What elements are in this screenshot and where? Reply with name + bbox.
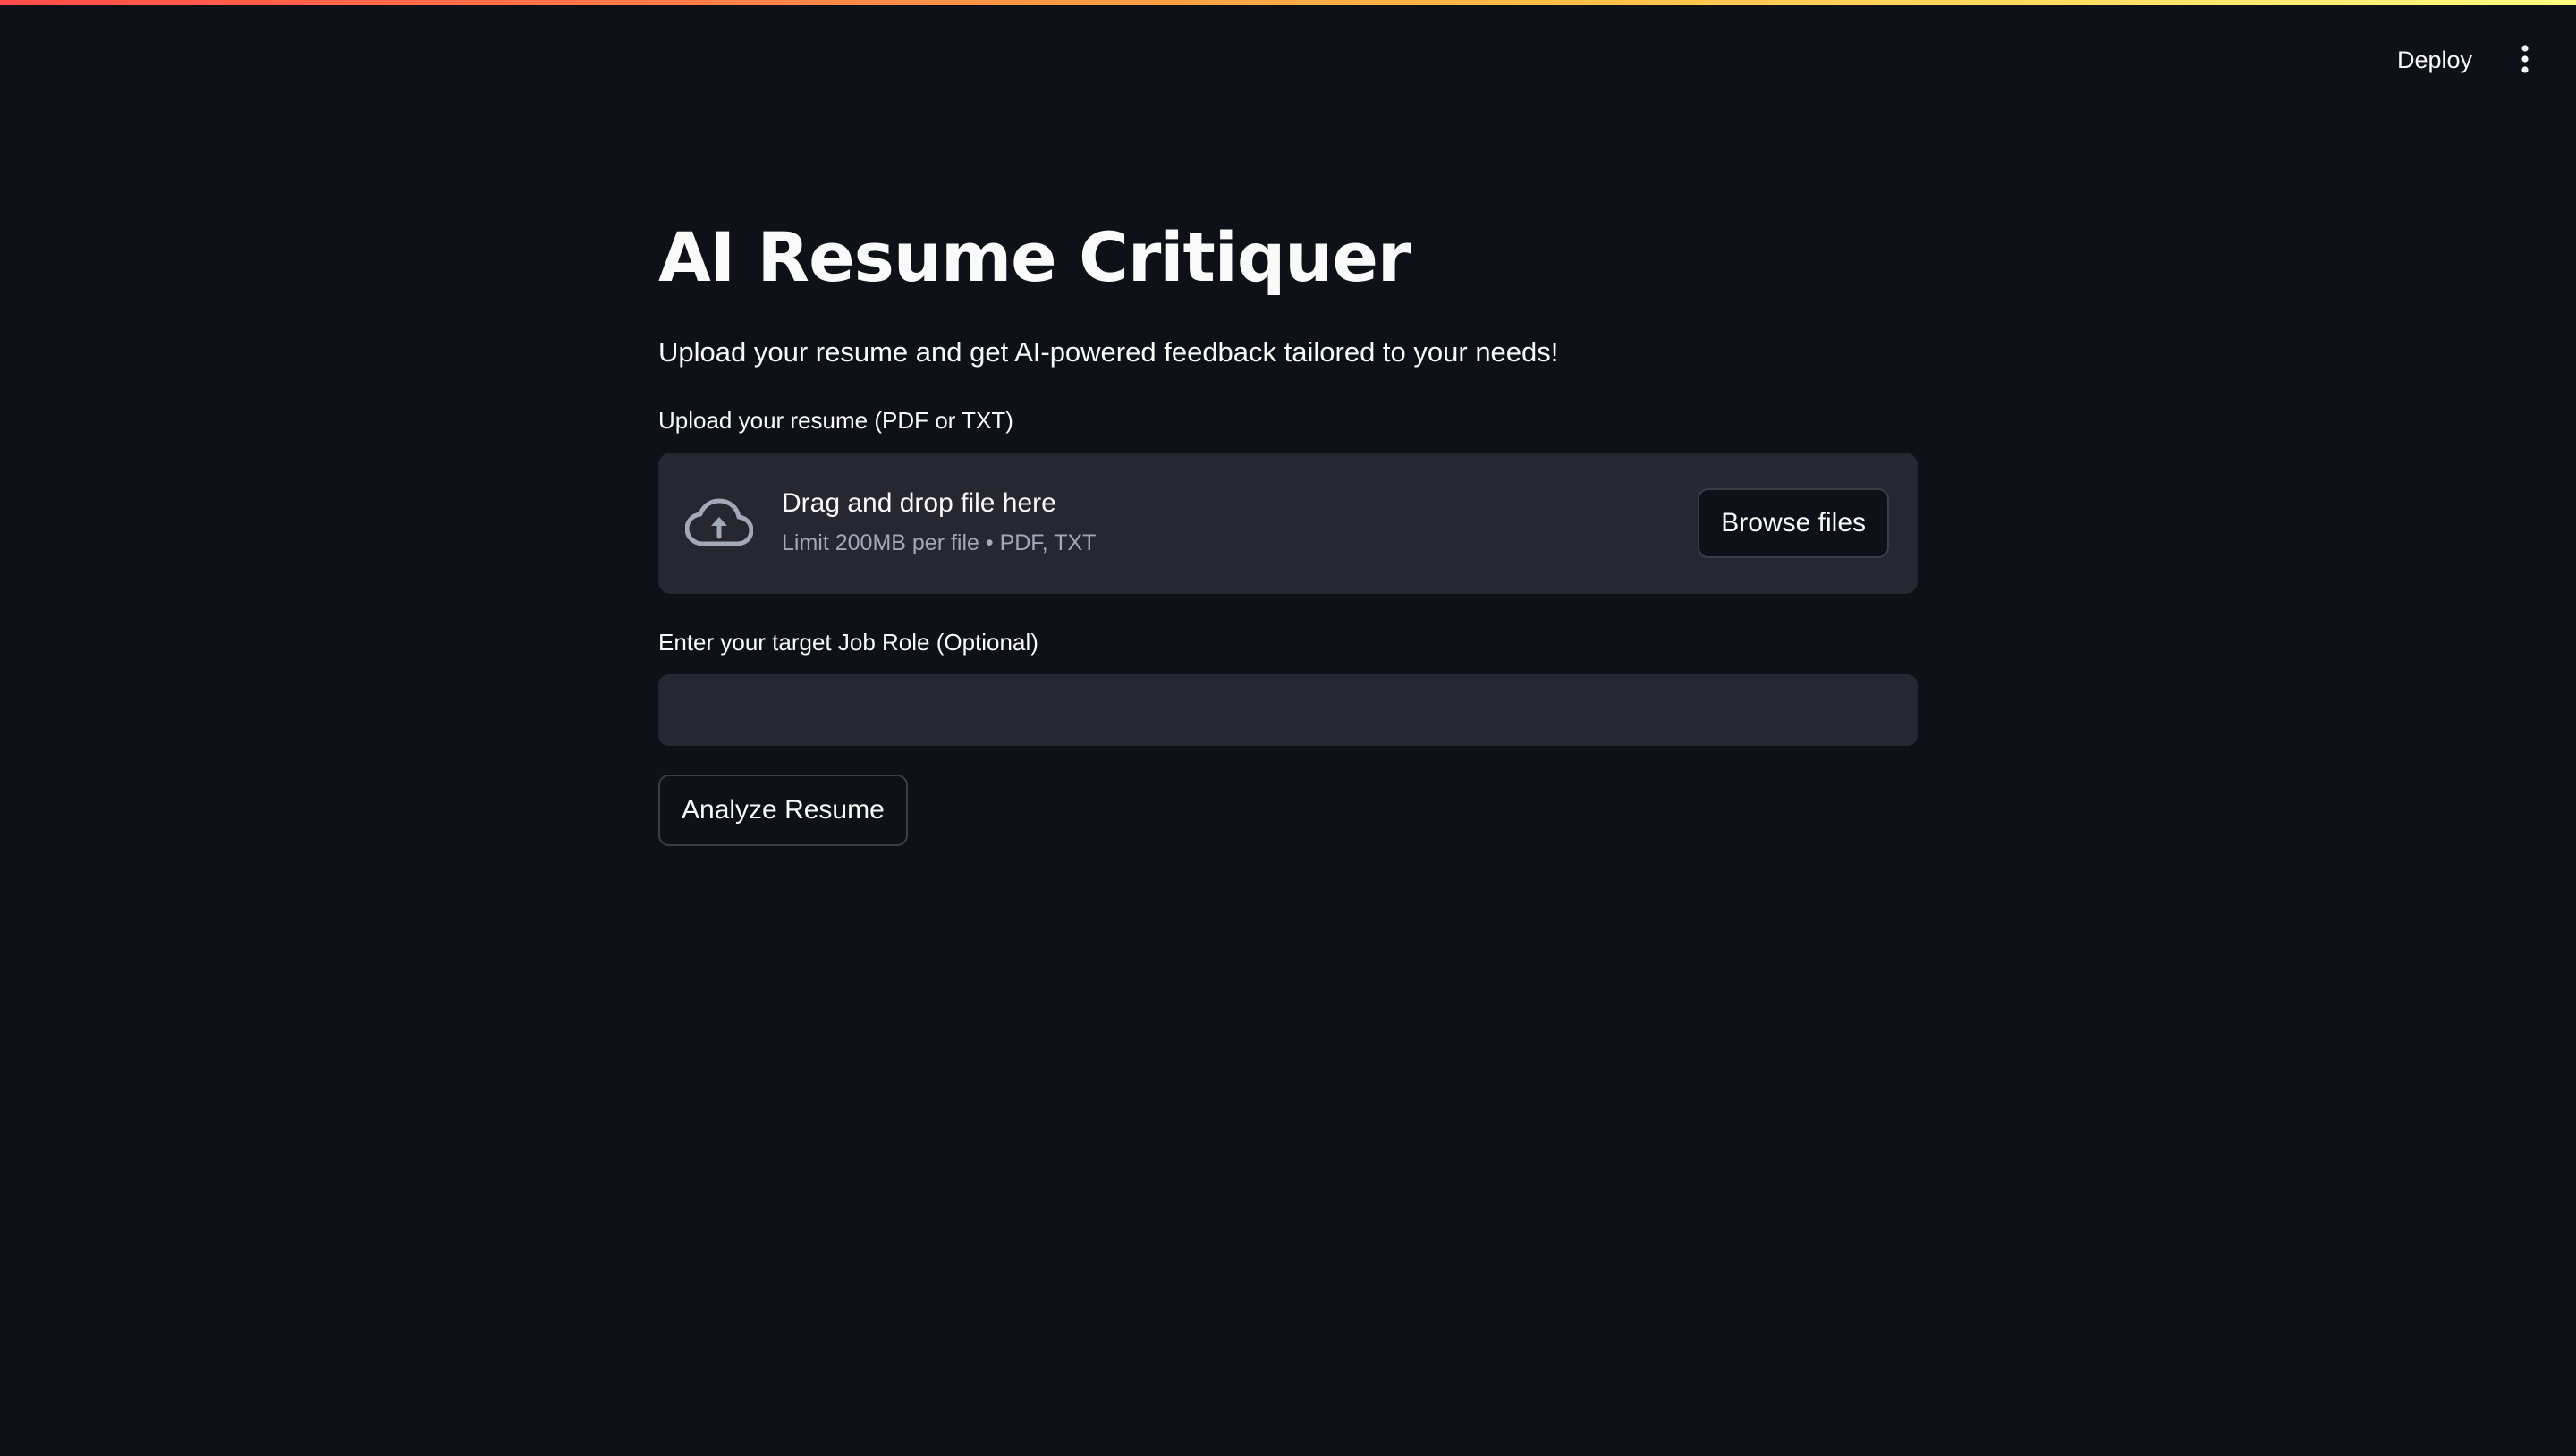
page-subtitle: Upload your resume and get AI-powered fe… (658, 336, 1559, 368)
job-role-input[interactable] (658, 674, 1918, 746)
main-menu-button[interactable] (2501, 36, 2549, 84)
browse-files-button[interactable]: Browse files (1698, 488, 1889, 558)
deploy-button[interactable]: Deploy (2381, 38, 2488, 82)
dropzone-limit-text: Limit 200MB per file • PDF, TXT (782, 530, 1097, 555)
main-content: AI Resume Critiquer Upload your resume a… (658, 206, 1918, 846)
app-header: Deploy (0, 5, 2576, 104)
cloud-upload-icon (684, 494, 754, 553)
page-title: AI Resume Critiquer (658, 217, 1411, 297)
job-role-label: Enter your target Job Role (Optional) (658, 629, 1038, 656)
uploader-label: Upload your resume (PDF or TXT) (658, 407, 1013, 434)
analyze-resume-button[interactable]: Analyze Resume (658, 775, 908, 846)
vertical-ellipsis-icon (2521, 44, 2529, 77)
dropzone-title: Drag and drop file here (782, 488, 1056, 518)
file-dropzone[interactable]: Drag and drop file here Limit 200MB per … (658, 453, 1918, 594)
dropzone-instructions: Drag and drop file here Limit 200MB per … (782, 485, 1096, 558)
